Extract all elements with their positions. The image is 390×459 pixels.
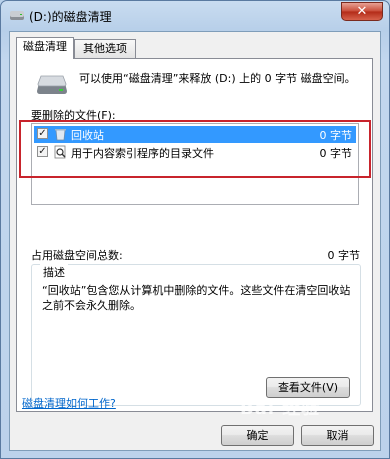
highlight-frame [19, 120, 371, 178]
close-button[interactable]: ✕ [341, 2, 383, 21]
dialog-client: 磁盘清理 其他选项 可以使用“磁盘清理”来释放 (D:) 上的 0 字节 磁盘空… [9, 31, 381, 451]
tab-panel: 可以使用“磁盘清理”来释放 (D:) 上的 0 字节 磁盘空间。 要删除的文件(… [16, 58, 373, 412]
tab-disk-cleanup[interactable]: 磁盘清理 [16, 37, 74, 59]
tab-more-options[interactable]: 其他选项 [74, 39, 136, 58]
summary-text: 可以使用“磁盘清理”来释放 (D:) 上的 0 字节 磁盘空间。 [79, 72, 356, 85]
description-title: 描述 [40, 264, 68, 280]
total-space-label: 占用磁盘空间总数: [31, 249, 123, 262]
window-title: (D:)的磁盘清理 [29, 10, 112, 24]
description-text: “回收站”包含您从计算机中删除的文件。这些文件在清空回收站之前不会永久删除。 [42, 284, 351, 312]
description-group: 描述 “回收站”包含您从计算机中删除的文件。这些文件在清空回收站之前不会永久删除… [31, 264, 361, 406]
title-bar[interactable]: (D:)的磁盘清理 ✕ [1, 1, 389, 31]
disk-cleanup-icon [10, 11, 24, 20]
close-icon: ✕ [356, 4, 368, 19]
cancel-button[interactable]: 取消 [301, 425, 374, 446]
total-space-value: 0 字节 [327, 249, 361, 262]
disk-cleanup-window: (D:)的磁盘清理 ✕ 磁盘清理 其他选项 可以使用“磁盘清理”来释放 (D:)… [0, 0, 390, 459]
ok-button[interactable]: 确定 [221, 425, 294, 446]
watermark: Bai 经验 [240, 398, 321, 419]
help-link[interactable]: 磁盘清理如何工作? [22, 395, 116, 411]
drive-icon [37, 75, 67, 94]
